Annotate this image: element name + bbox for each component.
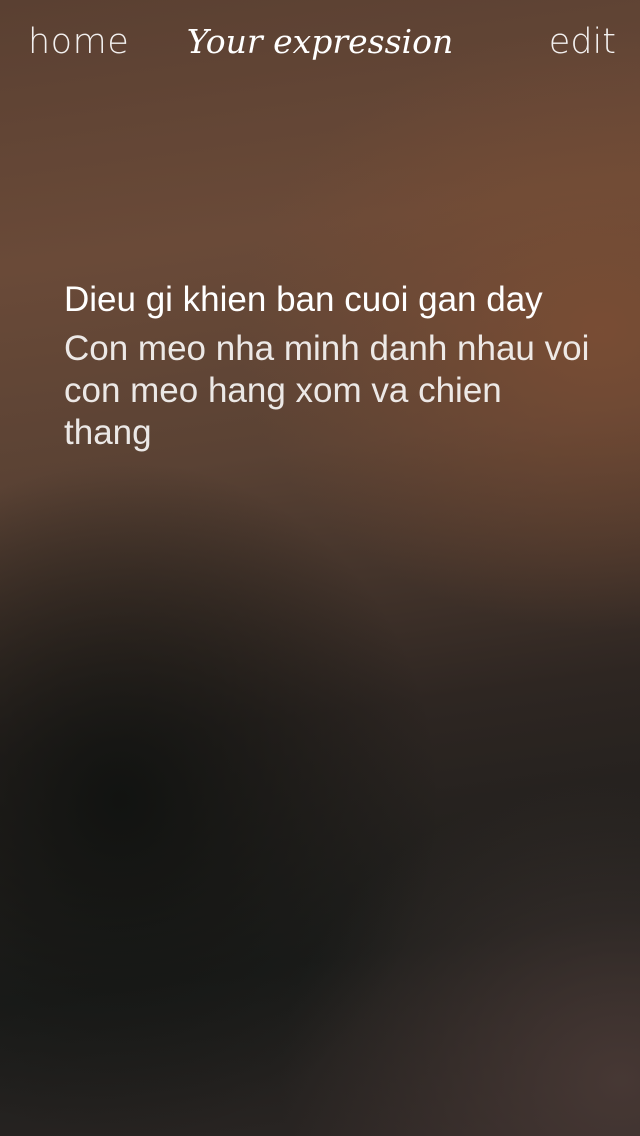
expression-answer: Con meo nha minh danh nhau voi con meo h… — [64, 329, 590, 452]
edit-button[interactable]: edit — [549, 22, 616, 62]
navigation-bar: home Your expression edit — [0, 0, 640, 90]
expression-card: Dieu gi khien ban cuoi gan day Con meo n… — [64, 278, 594, 454]
expression-question: Dieu gi khien ban cuoi gan day — [64, 280, 543, 319]
home-button[interactable]: home — [28, 22, 129, 62]
